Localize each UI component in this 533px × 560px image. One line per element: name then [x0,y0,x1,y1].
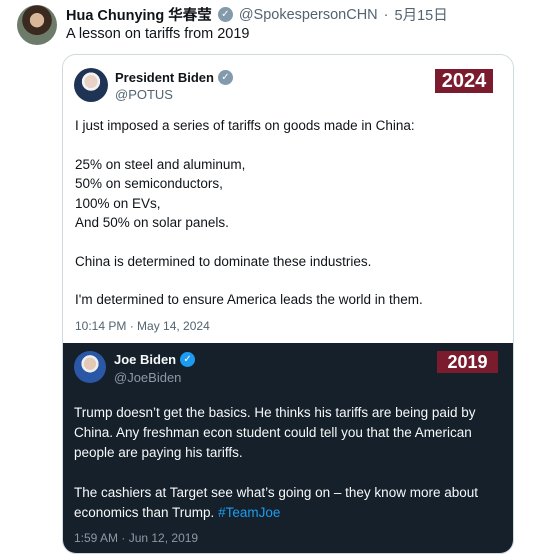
tweet-2024-paragraph: I just imposed a series of tariffs on go… [75,118,415,133]
verified-badge-icon: ✓ [217,7,233,22]
hashtag-link[interactable]: #TeamJoe [218,505,280,520]
separator-dot: · [383,6,389,23]
tweet-2019-body: Trump doesn’t get the basics. He thinks … [74,403,504,543]
post-date[interactable]: 5月15日 [395,4,448,25]
tweet-2024-name: President Biden [115,70,214,85]
tweet-2024: President Biden ✓ @POTUS 2024 I just imp… [63,55,513,342]
tweet-2019-paragraph-2: The cashiers at Target see what’s going … [74,483,504,523]
post-text: A lesson on tariffs from 2019 [66,26,250,42]
tweet-2019-name: Joe Biden [114,352,177,367]
verified-badge-icon: ✓ [180,352,196,367]
tweet-2019-timestamp: 1:59 AM · Jun 12, 2019 [74,531,199,545]
avatar-potus [74,68,108,102]
tweet-2024-handle: @POTUS [115,87,173,102]
tweet-2019-handle: @JoeBiden [114,370,182,385]
avatar-hua-chunying[interactable] [17,5,57,45]
avatar-joe-biden [74,351,106,383]
tweet-2019-name-row: Joe Biden ✓ [114,352,196,367]
tweet-2024-paragraph: China is determined to dominate these in… [75,253,372,269]
tweet-2024-paragraph: I'm determined to ensure America leads t… [75,292,423,307]
author-handle[interactable]: @SpokespersonCHN [239,7,378,23]
year-badge-2024: 2024 [435,69,493,93]
year-badge-2019: 2019 [437,351,498,373]
quoted-image-card[interactable]: President Biden ✓ @POTUS 2024 I just imp… [62,54,514,554]
tweet-2024-name-row: President Biden ✓ [115,70,233,85]
tweet-2024-tariff-list: 25% on steel and aluminum, 50% on semico… [75,156,246,231]
author-name[interactable]: Hua Chunying 华春莹 [66,4,212,25]
tweet-2024-timestamp: 10:14 PM · May 14, 2024 [75,319,210,333]
tweet-2019-paragraph: Trump doesn’t get the basics. He thinks … [74,405,476,460]
tweet-2019: Joe Biden ✓ @JoeBiden 2019 Trump doesn’t… [63,343,513,553]
tweet-2024-body: I just imposed a series of tariffs on go… [75,116,495,329]
outer-post-header: Hua Chunying 华春莹 ✓ @SpokespersonCHN · 5月… [66,4,448,25]
verified-badge-icon: ✓ [217,70,233,85]
